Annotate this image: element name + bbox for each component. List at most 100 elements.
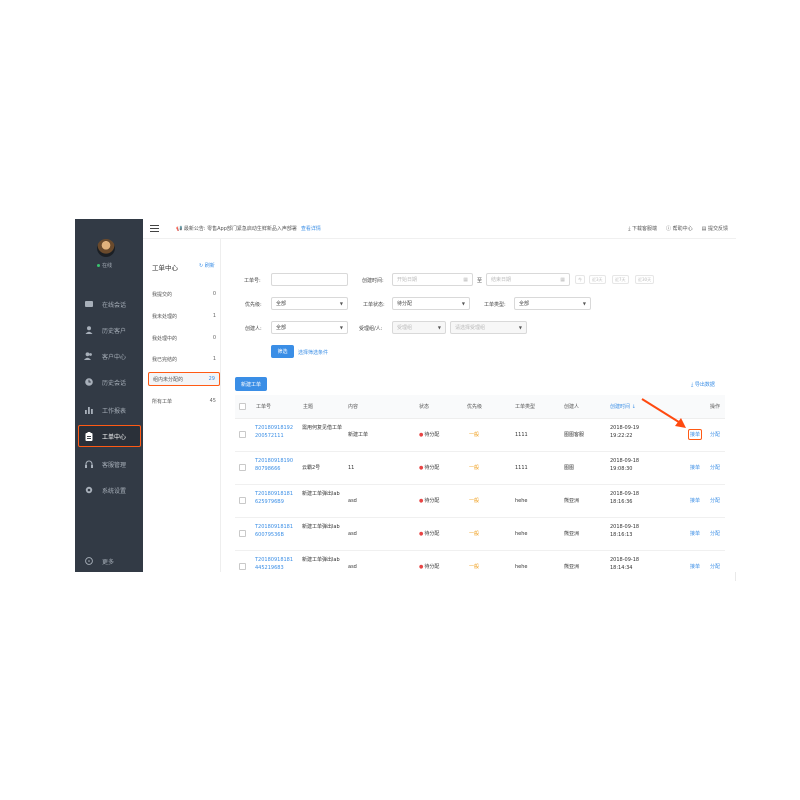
refresh-button[interactable]: ↻ 刷新 xyxy=(199,262,215,269)
status-dot: ● xyxy=(419,564,424,570)
annotation-arrow xyxy=(641,398,686,428)
accept-ticket-button[interactable]: 接单 xyxy=(690,530,700,537)
download-icon: ⤓ xyxy=(628,226,631,232)
row-checkbox[interactable] xyxy=(239,497,246,504)
type-select[interactable]: 全部 ▼ xyxy=(514,297,591,310)
quick-range-7days[interactable]: 近7天 xyxy=(612,275,629,284)
ticket-id-link[interactable]: T201809181816259796B9 xyxy=(255,490,295,506)
nav-item-customer-center[interactable]: 客户中心 xyxy=(75,345,143,367)
help-icon: ⓘ xyxy=(666,226,672,232)
queue-item[interactable]: 我处理中的 0 xyxy=(148,331,220,345)
avatar[interactable] xyxy=(97,239,115,257)
nav-item-history-sessions[interactable]: 历史会话 xyxy=(75,371,143,393)
user-icon xyxy=(84,326,93,335)
status-select[interactable]: 待分配 ▼ xyxy=(392,297,470,310)
assign-ticket-button[interactable]: 分配 xyxy=(710,464,720,471)
table-row[interactable]: T20180918181445219683 新建工单弹出lab asd ●待分配… xyxy=(235,551,725,572)
ticket-subject: 新建工单弹出lab xyxy=(302,524,340,530)
nav-item-history-customers[interactable]: 历史客户 xyxy=(75,319,143,341)
creator-select[interactable]: 全部 ▼ xyxy=(271,321,348,334)
quick-range-3days[interactable]: 近3天 xyxy=(589,275,606,284)
nav-item-more[interactable]: 更多 xyxy=(75,550,143,572)
ticket-id-link[interactable]: T2018091819080798666 xyxy=(255,457,295,473)
ticket-type: 1111 xyxy=(515,465,528,471)
end-date-input[interactable]: 结束日期 ▦ xyxy=(486,273,570,286)
ticket-created-time: 2018-09-18 18:16:13 xyxy=(610,524,640,538)
accept-ticket-button[interactable]: 接单 xyxy=(690,563,700,570)
status-badge: ●待分配 xyxy=(419,497,439,505)
ticket-type: 1111 xyxy=(515,432,528,438)
handler-person-select[interactable]: 请选择受理组 ▼ xyxy=(450,321,527,334)
nav-item-online-sessions[interactable]: 在线会话 xyxy=(75,293,143,315)
row-checkbox[interactable] xyxy=(239,464,246,471)
top-bar: 📢 最新公告: 零售App部门紧急启动生鲜新品入声部署 查看详情 ⤓ 下载客服端 … xyxy=(143,219,736,239)
ticket-no-input[interactable] xyxy=(271,273,348,286)
priority-text: 一般 xyxy=(469,432,480,438)
ticket-id-link[interactable]: T2018091818160079536B xyxy=(255,523,295,539)
quick-range-30days[interactable]: 近30天 xyxy=(635,275,655,284)
button-label: 筛选 xyxy=(277,349,288,355)
chip-label: 近3天 xyxy=(592,276,603,282)
calendar-icon: ▦ xyxy=(560,276,565,283)
ticket-queue-panel: 工单中心 ↻ 刷新 我提交的 0 我未处理的 1 我处理中的 0 我已完结的 1 组内未… xyxy=(143,219,221,572)
online-status[interactable]: 在线 xyxy=(97,262,112,269)
export-link[interactable]: ⤓ 导出数据 xyxy=(691,381,715,388)
row-checkbox[interactable] xyxy=(239,530,246,537)
status-text: 待分配 xyxy=(424,564,440,570)
col-header-created-time[interactable]: 创建时间 ↓ xyxy=(610,403,636,410)
nav-item-ticket-center[interactable]: 工单中心 xyxy=(78,425,141,447)
table-row[interactable]: T2018091819080798666 云霸2号 11 ●待分配 一般 111… xyxy=(235,452,725,485)
priority-text: 一般 xyxy=(469,465,480,471)
button-label: 新建工单 xyxy=(240,381,261,388)
nav-label: 工作报表 xyxy=(102,407,127,415)
filter-button[interactable]: 筛选 xyxy=(271,345,294,358)
help-center-link[interactable]: ⓘ 帮助中心 xyxy=(666,225,693,232)
queue-count: 0 xyxy=(212,335,216,341)
queue-item[interactable]: 我提交的 0 xyxy=(148,287,220,301)
assign-ticket-button[interactable]: 分配 xyxy=(710,497,720,504)
select-all-checkbox[interactable] xyxy=(239,403,246,410)
assign-ticket-button[interactable]: 分配 xyxy=(710,563,720,570)
table-row[interactable]: T201809181816259796B9 新建工单弹出lab asd ●待分配… xyxy=(235,485,725,518)
announcement-more-link[interactable]: 查看详情 xyxy=(301,226,321,232)
select-value: 待分配 xyxy=(397,301,413,307)
download-client-link[interactable]: ⤓ 下载客服端 xyxy=(628,225,657,232)
accept-ticket-button[interactable]: 接单 xyxy=(690,497,700,504)
choose-conditions-link[interactable]: 选择筛选条件 xyxy=(298,349,328,356)
caret-down-icon: ▼ xyxy=(437,325,441,330)
nav-label: 工单中心 xyxy=(102,433,127,441)
queue-item[interactable]: 我已完结的 1 xyxy=(148,352,220,366)
nav-item-system-settings[interactable]: 系统设置 xyxy=(75,479,143,501)
table-row[interactable]: T2018091818160079536B 新建工单弹出lab asd ●待分配… xyxy=(235,518,725,551)
ticket-created-time: 2018-09-18 18:16:36 xyxy=(610,491,640,505)
menu-toggle-icon[interactable] xyxy=(150,225,159,232)
queue-item[interactable]: 所有工单 45 xyxy=(148,394,220,408)
more-icon xyxy=(84,557,93,566)
assign-ticket-button[interactable]: 分配 xyxy=(710,530,720,537)
nav-item-agent-management[interactable]: 客服管理 xyxy=(75,453,143,475)
ticket-subject: 新建工单弹出lab xyxy=(302,491,340,497)
status-badge: ●待分配 xyxy=(419,530,439,538)
clipboard-icon xyxy=(84,431,93,441)
accept-ticket-button[interactable]: 接单 xyxy=(690,464,700,471)
quick-range-today[interactable]: 今 xyxy=(575,275,585,284)
ticket-id-link[interactable]: T20180918181445219683 xyxy=(255,556,295,572)
queue-item-unassigned[interactable]: 组内未分配的 29 xyxy=(148,372,220,386)
row-checkbox[interactable] xyxy=(239,563,246,570)
row-checkbox[interactable] xyxy=(239,431,246,438)
priority-select[interactable]: 全部 ▼ xyxy=(271,297,348,310)
select-value: 全部 xyxy=(276,301,287,307)
main-nav: 在线 在线会话 历史客户 客户中心 历史会话 工作报表 工单中心 客服管理 系统… xyxy=(75,219,143,572)
assign-ticket-button[interactable]: 分配 xyxy=(710,431,720,438)
type-label: 工单类型: xyxy=(484,302,506,308)
caret-down-icon: ▼ xyxy=(518,325,522,330)
app-window: 在线 在线会话 历史客户 客户中心 历史会话 工作报表 工单中心 客服管理 系统… xyxy=(75,219,736,572)
nav-item-work-reports[interactable]: 工作报表 xyxy=(75,399,143,421)
start-date-input[interactable]: 开始日期 ▦ xyxy=(392,273,473,286)
ticket-content: asd xyxy=(348,531,357,537)
new-ticket-button[interactable]: 新建工单 xyxy=(235,377,267,391)
queue-item[interactable]: 我未处理的 1 xyxy=(148,309,220,323)
ticket-id-link[interactable]: T20180918192200572111 xyxy=(255,424,295,440)
feedback-link[interactable]: ▤ 提交反馈 xyxy=(702,225,728,232)
handler-group-select[interactable]: 受理组 ▼ xyxy=(392,321,446,334)
